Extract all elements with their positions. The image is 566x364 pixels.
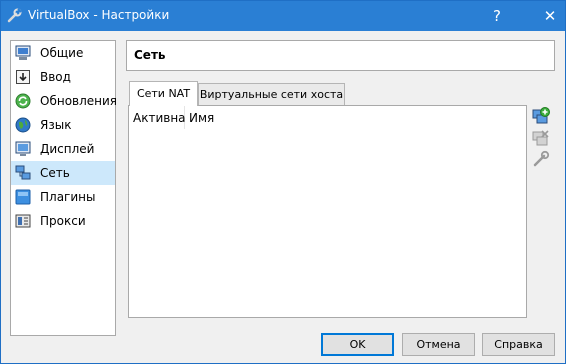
sidebar-item-display[interactable]: Дисплей bbox=[11, 137, 115, 161]
tab-nat-networks[interactable]: Сети NAT bbox=[129, 81, 198, 106]
sidebar-item-label: Общие bbox=[40, 46, 84, 60]
page-title: Сеть bbox=[134, 48, 166, 62]
sidebar-item-label: Обновления bbox=[40, 94, 118, 108]
section-header: Сеть bbox=[126, 40, 555, 71]
sidebar-item-label: Сеть bbox=[40, 166, 70, 180]
tab-label: Сети NAT bbox=[136, 87, 191, 100]
ok-button[interactable]: OK bbox=[321, 333, 394, 356]
sidebar-item-input[interactable]: Ввод bbox=[11, 65, 115, 89]
column-header-active[interactable]: Активна bbox=[129, 106, 186, 129]
sidebar-item-label: Прокси bbox=[40, 214, 86, 228]
sidebar-item-label: Плагины bbox=[40, 190, 96, 204]
monitor-icon bbox=[15, 45, 31, 60]
sidebar-item-updates[interactable]: Обновления bbox=[11, 89, 118, 113]
settings-sidebar: Общие Ввод Обновления Язык Дисплей Сеть … bbox=[10, 40, 118, 336]
sidebar-item-proxy[interactable]: Прокси bbox=[11, 209, 115, 233]
sidebar-item-network[interactable]: Сеть bbox=[11, 161, 115, 185]
help-title-button[interactable]: ? bbox=[485, 1, 509, 31]
display-icon bbox=[15, 141, 31, 156]
title-bar[interactable]: VirtualBox - Настройки ? ✕ bbox=[1, 1, 565, 31]
virtualbox-settings-icon bbox=[7, 8, 22, 23]
close-button[interactable]: ✕ bbox=[535, 1, 565, 31]
add-network-icon[interactable] bbox=[532, 107, 550, 125]
help-button[interactable]: Справка bbox=[482, 333, 555, 356]
edit-network-icon[interactable] bbox=[532, 150, 550, 168]
button-label: OK bbox=[349, 338, 366, 351]
plugin-icon bbox=[15, 189, 31, 205]
column-header-name[interactable]: Имя bbox=[185, 106, 245, 129]
sidebar-item-language[interactable]: Язык bbox=[11, 113, 115, 137]
nat-networks-list[interactable]: Активна Имя bbox=[128, 105, 527, 318]
sidebar-item-plugins[interactable]: Плагины bbox=[11, 185, 115, 209]
sidebar-item-label: Язык bbox=[40, 118, 72, 132]
settings-window: VirtualBox - Настройки ? ✕ Общие Ввод Об… bbox=[0, 0, 566, 364]
update-icon bbox=[15, 93, 31, 109]
keyboard-icon bbox=[16, 70, 30, 84]
cancel-button[interactable]: Отмена bbox=[402, 333, 475, 356]
sidebar-item-label: Ввод bbox=[40, 70, 71, 84]
button-label: Отмена bbox=[416, 338, 461, 351]
remove-network-icon[interactable] bbox=[532, 129, 550, 147]
tab-label: Виртуальные сети хоста bbox=[199, 88, 344, 101]
network-icon bbox=[15, 165, 31, 180]
window-title: VirtualBox - Настройки bbox=[28, 8, 170, 22]
sidebar-item-general[interactable]: Общие bbox=[11, 41, 115, 65]
column-header-label: Имя bbox=[189, 111, 215, 125]
button-label: Справка bbox=[494, 338, 543, 351]
tab-host-only-networks[interactable]: Виртуальные сети хоста bbox=[198, 83, 345, 105]
proxy-icon bbox=[15, 214, 31, 228]
column-header-label: Активна bbox=[133, 111, 186, 125]
sidebar-item-label: Дисплей bbox=[40, 142, 95, 156]
globe-icon bbox=[15, 117, 31, 133]
